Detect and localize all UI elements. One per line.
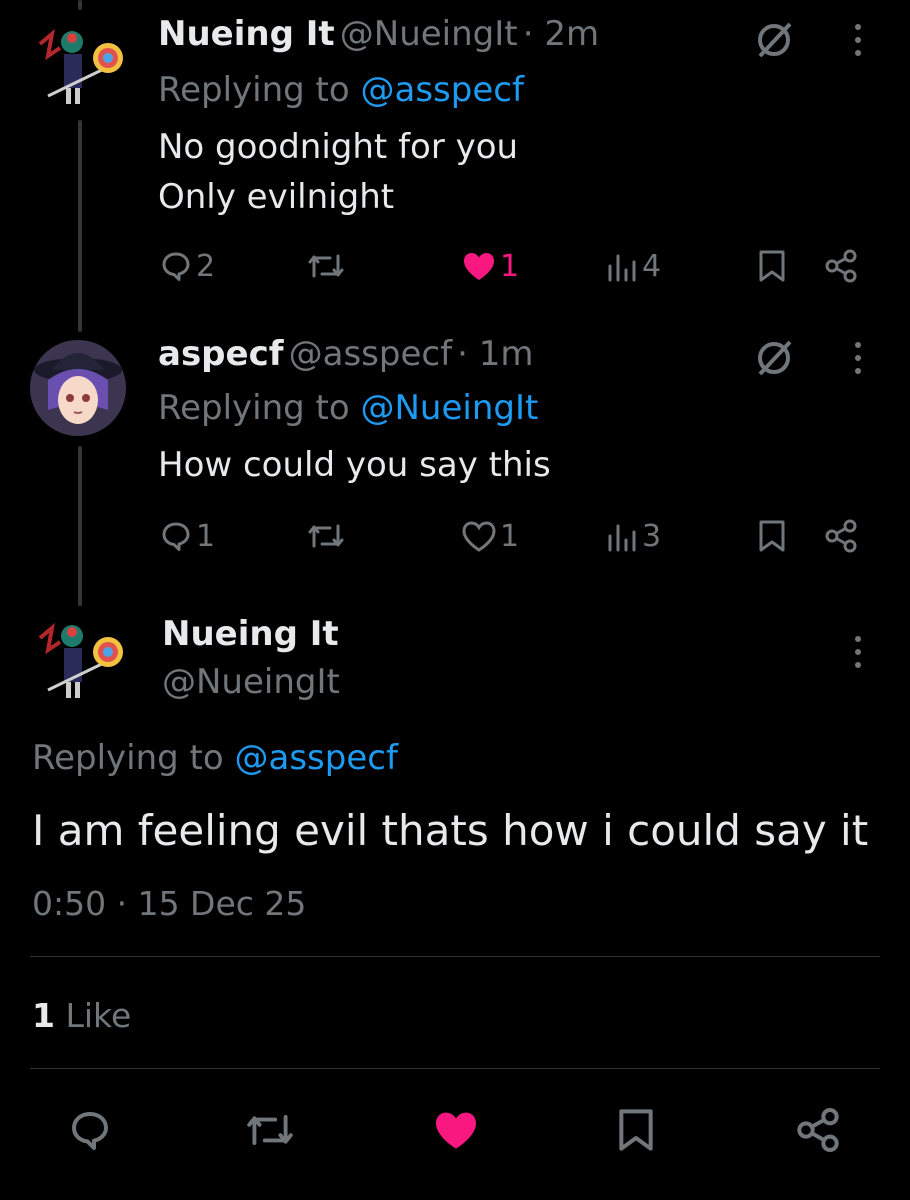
tweet-1-retweet-button[interactable]	[306, 248, 346, 284]
retweet-icon	[308, 524, 344, 548]
tweet-2-line-1: How could you say this	[158, 445, 551, 485]
likes-summary-label: Like	[65, 996, 132, 1035]
tweet-2-bookmark-button[interactable]	[756, 518, 788, 554]
tweet-1-replying-mention[interactable]: @asspecf	[361, 70, 524, 110]
likes-summary[interactable]: 1 Like	[32, 996, 131, 1035]
tweet-2-author-name[interactable]: aspecf	[158, 334, 284, 374]
tweet-1-author-handle[interactable]: @NueingIt	[340, 14, 518, 54]
main-replying-mention[interactable]: @asspecf	[235, 738, 398, 778]
tweet-1-header: Nueing It @NueingIt · 2m	[158, 14, 599, 54]
tweet-1-replying-label: Replying to	[158, 70, 361, 110]
views-icon	[608, 254, 636, 282]
main-tweet-text: I am feeling evil thats how i could say …	[32, 806, 869, 855]
tweet-1-views-button[interactable]: 4	[606, 248, 661, 284]
reply-icon	[72, 1112, 108, 1150]
main-like-button[interactable]	[430, 1106, 482, 1158]
avatar-nueing-art	[30, 14, 126, 110]
tweet-2-body: How could you say this	[158, 440, 551, 490]
tweet-1-line-2: Only evilnight	[158, 177, 395, 217]
avatar-main[interactable]	[30, 608, 126, 704]
thread-line-2	[78, 446, 82, 606]
tweet-1-time[interactable]: · 2m	[523, 14, 599, 54]
share-icon	[797, 1108, 839, 1152]
main-author-handle[interactable]: @NueingIt	[162, 662, 340, 702]
grok-icon[interactable]	[752, 336, 796, 384]
tweet-2-time[interactable]: · 1m	[457, 334, 533, 374]
main-replying-label: Replying to	[32, 738, 235, 778]
tweet-2-reply-button[interactable]: 1	[158, 518, 215, 554]
main-share-button[interactable]	[792, 1106, 844, 1158]
main-retweet-button[interactable]	[244, 1106, 296, 1158]
main-reply-button[interactable]	[66, 1106, 114, 1158]
tweet-2-replying: Replying to @NueingIt	[158, 388, 538, 428]
tweet-2-like-count: 1	[500, 518, 520, 554]
tweet-2-retweet-button[interactable]	[306, 518, 346, 554]
share-icon	[825, 519, 857, 553]
bookmark-icon	[619, 1109, 653, 1151]
reply-icon	[162, 252, 190, 281]
tweet-1-reply-button[interactable]: 2	[158, 248, 215, 284]
share-icon	[825, 249, 857, 283]
avatar-aspecf[interactable]	[30, 340, 126, 436]
more-icon[interactable]	[848, 22, 868, 62]
tweet-2-replying-mention[interactable]: @NueingIt	[361, 388, 539, 428]
tweet-1-like-button[interactable]: 1	[460, 248, 519, 284]
tweet-1-author-name[interactable]: Nueing It	[158, 14, 335, 54]
tweet-1-views-count: 4	[642, 248, 662, 284]
avatar-nueing[interactable]	[30, 14, 126, 110]
tweet-2-views-count: 3	[642, 518, 662, 554]
retweet-icon	[247, 1115, 293, 1145]
tweet-1-reply-count: 2	[196, 248, 216, 284]
tweet-2-header: aspecf @asspecf · 1m	[158, 334, 534, 374]
retweet-icon	[308, 254, 344, 278]
tweet-2-author-handle[interactable]: @asspecf	[289, 334, 452, 374]
tweet-2-reply-count: 1	[196, 518, 216, 554]
more-icon[interactable]	[848, 634, 868, 674]
tweet-2-like-button[interactable]: 1	[460, 518, 519, 554]
divider-top	[30, 956, 880, 957]
tweet-1-replying: Replying to @asspecf	[158, 70, 524, 110]
thread-line-top	[78, 0, 82, 10]
grok-icon[interactable]	[752, 18, 796, 66]
main-bookmark-button[interactable]	[614, 1106, 658, 1158]
main-replying: Replying to @asspecf	[32, 738, 398, 778]
likes-summary-count: 1	[32, 996, 55, 1035]
views-icon	[608, 524, 636, 552]
main-author-name[interactable]: Nueing It	[162, 614, 339, 654]
tweet-1-bookmark-button[interactable]	[756, 248, 788, 284]
main-timestamp[interactable]: 0:50 · 15 Dec 25	[32, 884, 306, 923]
like-icon-filled	[436, 1112, 476, 1149]
avatar-aspecf-art	[30, 340, 126, 436]
thread-line-1	[78, 120, 82, 332]
tweet-2-replying-label: Replying to	[158, 388, 361, 428]
tweet-1-like-count: 1	[500, 248, 520, 284]
avatar-main-art	[30, 608, 126, 704]
tweet-1-share-button[interactable]	[822, 248, 860, 284]
bookmark-icon	[759, 520, 785, 552]
like-icon-filled	[464, 253, 494, 280]
tweet-1-line-1: No goodnight for you	[158, 127, 519, 167]
like-icon	[462, 521, 496, 552]
tweet-2-share-button[interactable]	[822, 518, 860, 554]
bookmark-icon	[759, 250, 785, 282]
tweet-2-views-button[interactable]: 3	[606, 518, 661, 554]
tweet-1-body: No goodnight for you Only evilnight	[158, 122, 518, 222]
divider-bottom	[30, 1068, 880, 1069]
more-icon[interactable]	[848, 340, 868, 380]
reply-icon	[162, 522, 190, 551]
